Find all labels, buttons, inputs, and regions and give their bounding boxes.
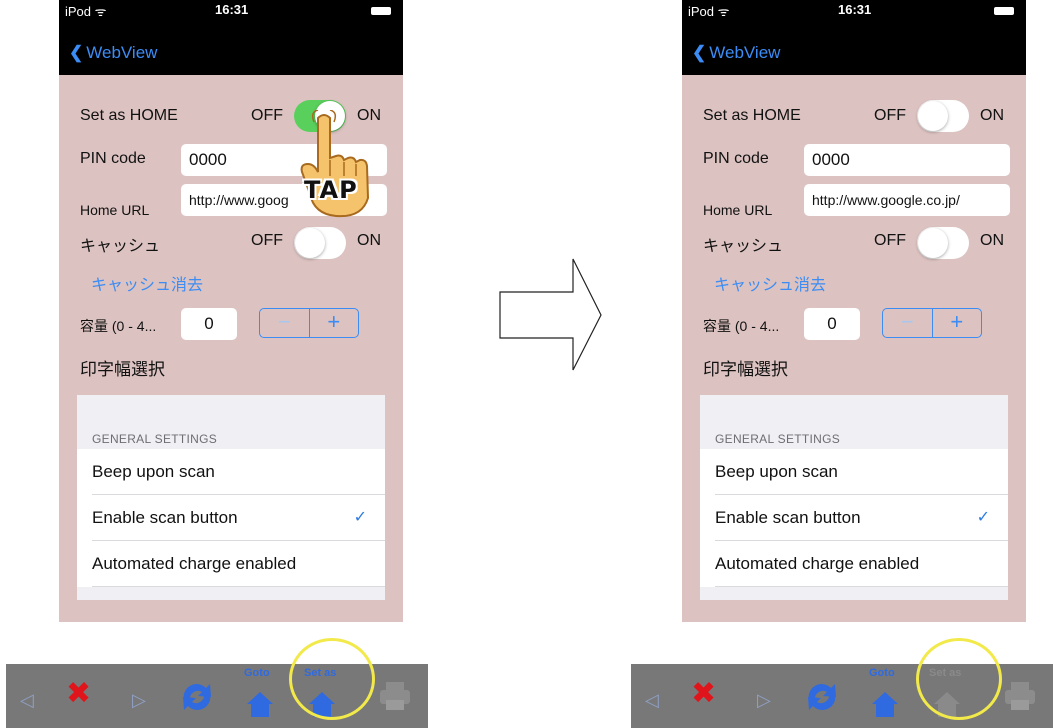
setting-row-auto-charge[interactable]: Automated charge enabled [77,541,385,587]
setting-label: Enable scan button [715,508,861,527]
setting-label: Enable scan button [92,508,238,527]
setting-row-auto-charge[interactable]: Automated charge enabled [700,541,1008,587]
transition-arrow-icon [499,258,602,371]
goto-label: Goto [244,667,270,679]
highlight-circle [289,638,375,720]
reload-icon[interactable] [803,678,841,716]
clear-cache-link[interactable]: キャッシュ消去 [91,271,203,295]
setting-label: Beep upon scan [92,462,215,481]
cache-label: キャッシュ [80,238,161,255]
setting-row-beep[interactable]: Beep upon scan [77,449,385,495]
chevron-left-icon: ❮ [69,43,84,62]
capacity-label: 容量 (0 - 4... [703,318,780,334]
print-width-label: 印字幅選択 [703,360,788,379]
browser-toolbar-before: ◁ ✖ ▷ Goto Set as [6,638,428,728]
print-width-label: 印字幅選択 [80,360,165,379]
stop-icon[interactable]: ✖ [691,678,716,710]
cache-off-label: OFF [874,232,906,249]
carrier-label: iPod ᯤ [688,4,730,19]
pin-code-label: PIN code [703,150,769,167]
status-bar: iPod ᯤ 16:31 ❮ WebView [59,0,403,75]
toggle-knob [295,228,325,258]
capacity-field[interactable]: 0 [804,308,860,340]
print-icon[interactable] [1003,680,1037,712]
cache-label: キャッシュ [703,238,784,255]
goto-home-icon[interactable] [871,690,899,718]
carrier-label: iPod ᯤ [65,4,107,19]
home-url-field[interactable]: http://www.google.co.jp/ [804,184,1010,216]
home-off-label: OFF [251,107,283,124]
set-as-home-toggle[interactable] [917,100,969,132]
reload-icon[interactable] [178,678,216,716]
pin-code-label: PIN code [80,150,146,167]
cache-off-label: OFF [251,232,283,249]
back-arrow-icon[interactable]: ◁ [645,684,659,716]
increment-button[interactable]: + [310,309,359,337]
status-bar: iPod ᯤ 16:31 ❮ WebView [682,0,1026,75]
capacity-stepper[interactable]: − + [259,308,359,338]
cache-on-label: ON [980,232,1004,249]
battery-icon [371,7,391,15]
home-off-label: OFF [874,107,906,124]
set-as-home-label: Set as HOME [703,107,801,124]
clock-label: 16:31 [838,2,872,17]
setting-label: Automated charge enabled [715,554,920,573]
stop-icon[interactable]: ✖ [66,678,91,710]
checkmark-icon: ✓ [976,509,990,526]
setting-label: Automated charge enabled [92,554,297,573]
toggle-knob [918,101,948,131]
decrement-button[interactable]: − [260,309,310,337]
back-button[interactable]: ❮ WebView [69,43,157,63]
highlight-circle [916,638,1002,720]
setting-row-scan-button[interactable]: Enable scan button ✓ [700,495,1008,541]
capacity-stepper[interactable]: − + [882,308,982,338]
tap-label: TAP [304,176,358,204]
print-icon[interactable] [378,680,412,712]
home-on-label: ON [980,107,1004,124]
phone-screen-after: iPod ᯤ 16:31 ❮ WebView Set as HOME OFF ON… [682,0,1026,622]
goto-label: Goto [869,667,895,679]
home-url-label: Home URL [703,202,773,218]
checkmark-icon: ✓ [353,509,367,526]
clear-cache-link[interactable]: キャッシュ消去 [714,271,826,295]
phone-screen-before: iPod ᯤ 16:31 ❮ WebView Set as HOME OFF ON… [59,0,403,622]
set-as-home-label: Set as HOME [80,107,178,124]
decrement-button[interactable]: − [883,309,933,337]
back-label: WebView [86,43,158,62]
battery-icon [994,7,1014,15]
setting-row-scan-button[interactable]: Enable scan button ✓ [77,495,385,541]
increment-button[interactable]: + [933,309,982,337]
chevron-left-icon: ❮ [692,43,707,62]
forward-arrow-icon[interactable]: ▷ [757,684,771,716]
clock-label: 16:31 [215,2,249,17]
cache-toggle[interactable] [294,227,346,259]
divider [92,586,385,587]
setting-row-beep[interactable]: Beep upon scan [700,449,1008,495]
toggle-knob [918,228,948,258]
capacity-label: 容量 (0 - 4... [80,318,157,334]
home-url-label: Home URL [80,202,150,218]
pin-code-field[interactable]: 0000 [804,144,1010,176]
cache-toggle[interactable] [917,227,969,259]
capacity-field[interactable]: 0 [181,308,237,340]
divider [715,586,1008,587]
setting-label: Beep upon scan [715,462,838,481]
section-header: GENERAL SETTINGS [715,432,841,446]
cache-on-label: ON [357,232,381,249]
goto-home-icon[interactable] [246,690,274,718]
browser-toolbar-after: ◁ ✖ ▷ Goto Set as [631,638,1053,728]
forward-arrow-icon[interactable]: ▷ [132,684,146,716]
settings-panel: GENERAL SETTINGS Beep upon scan Enable s… [700,395,1008,600]
back-button[interactable]: ❮ WebView [692,43,780,63]
back-arrow-icon[interactable]: ◁ [20,684,34,716]
settings-panel: GENERAL SETTINGS Beep upon scan Enable s… [77,395,385,600]
back-label: WebView [709,43,781,62]
section-header: GENERAL SETTINGS [92,432,218,446]
